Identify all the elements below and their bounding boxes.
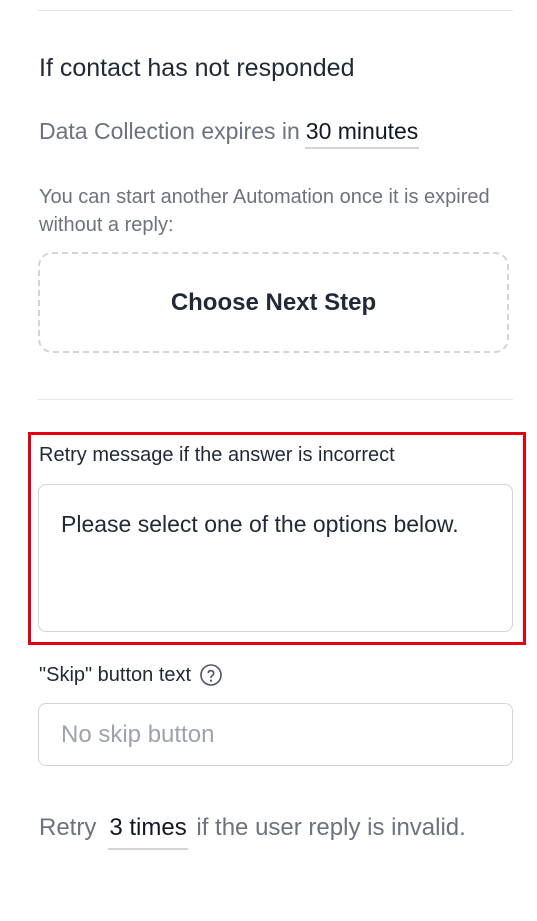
skip-button-text-label: "Skip" button text: [39, 663, 223, 687]
question-circle-icon[interactable]: [199, 663, 223, 687]
top-divider: [38, 10, 513, 11]
skip-button-text-input[interactable]: [38, 703, 513, 766]
retry-message-textarea[interactable]: Please select one of the options below.: [38, 484, 513, 632]
retry-message-label: Retry message if the answer is incorrect: [39, 444, 395, 466]
section-divider: [38, 399, 513, 400]
retry-prefix: Retry: [39, 814, 97, 841]
choose-next-step-button[interactable]: Choose Next Step: [38, 252, 509, 353]
expired-hint-text: You can start another Automation once it…: [39, 186, 490, 236]
retry-count-select[interactable]: 3 times: [108, 810, 188, 850]
retry-count-line: Retry 3 times if the user reply is invali…: [39, 810, 509, 850]
expires-prefix: Data Collection expires in: [39, 118, 300, 144]
expires-duration-select[interactable]: 30 minutes: [304, 118, 420, 149]
retry-suffix: if the user reply is invalid.: [196, 814, 466, 841]
expires-line: Data Collection expires in 30 minutes: [39, 118, 420, 149]
no-response-section-title: If contact has not responded: [39, 54, 355, 82]
skip-label-text: "Skip" button text: [39, 663, 192, 686]
